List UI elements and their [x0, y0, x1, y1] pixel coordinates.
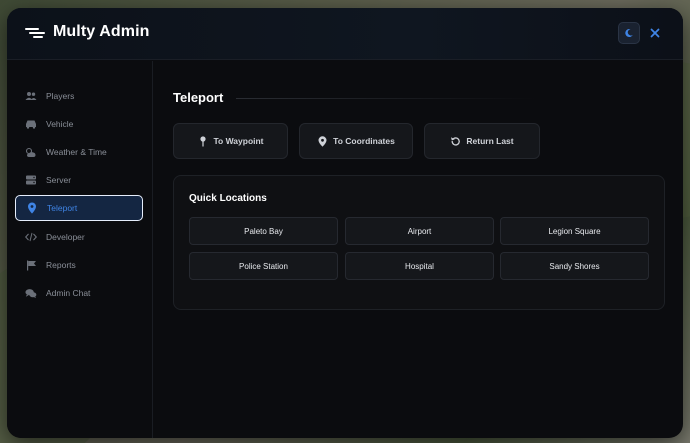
sidebar-item-label: Admin Chat: [46, 288, 91, 298]
admin-window: Multy Admin Players Vehicle Weather & Ti…: [7, 8, 683, 438]
sidebar-item-label: Teleport: [47, 203, 78, 213]
map-pin-icon: [197, 135, 208, 147]
sidebar-item-label: Server: [46, 175, 72, 185]
server-icon: [25, 174, 37, 186]
location-police-station-button[interactable]: Police Station: [189, 252, 338, 280]
chat-icon: [25, 287, 37, 299]
undo-icon: [450, 136, 461, 147]
sidebar-item-players[interactable]: Players: [15, 83, 143, 109]
location-hospital-button[interactable]: Hospital: [345, 252, 494, 280]
to-waypoint-button[interactable]: To Waypoint: [173, 123, 288, 159]
title-divider: [236, 98, 536, 99]
return-last-button[interactable]: Return Last: [424, 123, 540, 159]
main-content: Teleport To Waypoint To Coordinates Retu…: [154, 61, 683, 438]
sidebar-item-server[interactable]: Server: [15, 167, 143, 193]
quick-locations-panel: Quick Locations Paleto Bay Airport Legio…: [173, 175, 665, 310]
sidebar-item-label: Developer: [46, 232, 85, 242]
to-coordinates-button[interactable]: To Coordinates: [299, 123, 413, 159]
menu-icon[interactable]: [25, 25, 45, 41]
to-coordinates-label: To Coordinates: [333, 136, 395, 146]
sidebar-item-developer[interactable]: Developer: [15, 224, 143, 250]
sidebar-item-vehicle[interactable]: Vehicle: [15, 111, 143, 137]
sidebar-item-label: Reports: [46, 260, 76, 270]
theme-toggle-button[interactable]: [618, 22, 640, 44]
cloud-sun-icon: [25, 146, 37, 158]
sidebar-item-admin-chat[interactable]: Admin Chat: [15, 280, 143, 306]
page-title: Teleport: [173, 90, 224, 105]
return-last-label: Return Last: [466, 136, 514, 146]
flag-icon: [25, 259, 37, 271]
location-sandy-shores-button[interactable]: Sandy Shores: [500, 252, 649, 280]
quick-locations-title: Quick Locations: [189, 193, 267, 204]
sidebar-item-teleport[interactable]: Teleport: [15, 195, 143, 221]
sidebar-item-reports[interactable]: Reports: [15, 252, 143, 278]
sidebar-item-label: Weather & Time: [46, 147, 107, 157]
close-icon: [650, 28, 660, 38]
sidebar: Players Vehicle Weather & Time Server Te…: [7, 61, 153, 438]
sidebar-item-label: Vehicle: [46, 119, 74, 129]
location-label: Paleto Bay: [244, 226, 283, 236]
location-marker-icon: [317, 135, 328, 147]
location-label: Sandy Shores: [549, 261, 600, 271]
window-header: Multy Admin: [7, 8, 683, 60]
moon-icon: [625, 29, 633, 38]
location-airport-button[interactable]: Airport: [345, 217, 494, 245]
location-label: Police Station: [239, 261, 288, 271]
location-pin-icon: [26, 202, 38, 214]
location-label: Hospital: [405, 261, 434, 271]
app-title: Multy Admin: [53, 23, 150, 40]
car-icon: [25, 118, 37, 130]
sidebar-item-weather-time[interactable]: Weather & Time: [15, 139, 143, 165]
users-icon: [25, 90, 37, 102]
location-paleto-bay-button[interactable]: Paleto Bay: [189, 217, 338, 245]
code-icon: [25, 231, 37, 243]
location-label: Legion Square: [548, 226, 601, 236]
location-label: Airport: [407, 226, 432, 236]
close-button[interactable]: [644, 22, 666, 44]
location-legion-square-button[interactable]: Legion Square: [500, 217, 649, 245]
to-waypoint-label: To Waypoint: [213, 136, 264, 146]
sidebar-item-label: Players: [46, 91, 75, 101]
